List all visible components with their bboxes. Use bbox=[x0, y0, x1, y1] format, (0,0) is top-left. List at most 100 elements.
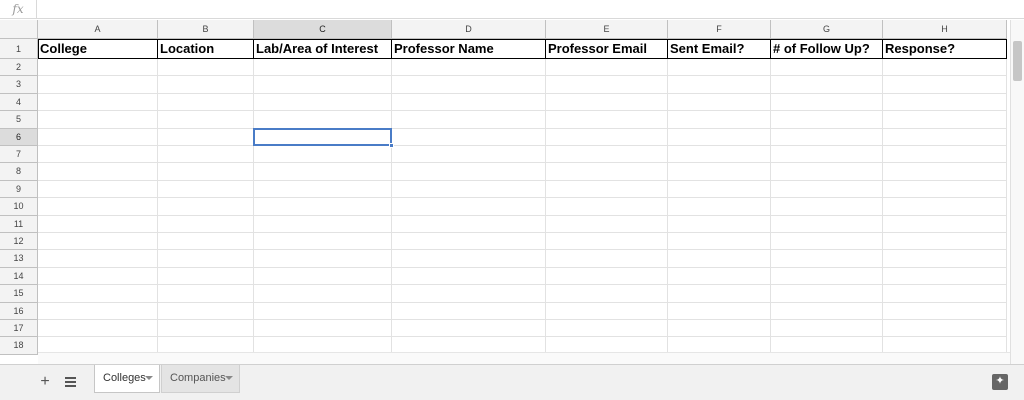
fill-handle[interactable] bbox=[389, 143, 394, 148]
cell-e17[interactable] bbox=[546, 320, 668, 338]
cell-a17[interactable] bbox=[38, 320, 158, 338]
cell-h8[interactable] bbox=[883, 163, 1007, 181]
row-header-15[interactable]: 15 bbox=[0, 285, 38, 303]
cell-f16[interactable] bbox=[668, 302, 771, 320]
cell-b10[interactable] bbox=[158, 198, 254, 216]
cell-h6[interactable] bbox=[883, 128, 1007, 146]
cell-d13[interactable] bbox=[392, 250, 546, 268]
all-sheets-menu-icon[interactable] bbox=[62, 373, 80, 391]
cell-c4[interactable] bbox=[254, 93, 392, 112]
cell-d16[interactable] bbox=[392, 302, 546, 320]
cell-c12[interactable] bbox=[254, 233, 392, 251]
cell-g10[interactable] bbox=[771, 198, 883, 216]
cell-d17[interactable] bbox=[392, 320, 546, 338]
cell-a10[interactable] bbox=[38, 198, 158, 216]
cell-f12[interactable] bbox=[668, 233, 771, 251]
cell-e5[interactable] bbox=[546, 111, 668, 129]
cell-e9[interactable] bbox=[546, 180, 668, 199]
cell-g16[interactable] bbox=[771, 302, 883, 320]
cell-f7[interactable] bbox=[668, 146, 771, 164]
cell-h9[interactable] bbox=[883, 180, 1007, 199]
cell-b12[interactable] bbox=[158, 233, 254, 251]
column-header-f[interactable]: F bbox=[668, 20, 771, 39]
cell-d11[interactable] bbox=[392, 215, 546, 233]
cell-b3[interactable] bbox=[158, 76, 254, 94]
cell-g14[interactable] bbox=[771, 267, 883, 286]
cell-b17[interactable] bbox=[158, 320, 254, 338]
cell-g17[interactable] bbox=[771, 320, 883, 338]
cell-d2[interactable] bbox=[392, 59, 546, 77]
cell-e16[interactable] bbox=[546, 302, 668, 320]
cell-a4[interactable] bbox=[38, 93, 158, 112]
cell-c1[interactable]: Lab/Area of Interest bbox=[254, 39, 392, 59]
row-header-2[interactable]: 2 bbox=[0, 59, 38, 77]
row-header-10[interactable]: 10 bbox=[0, 198, 38, 216]
horizontal-scrollbar[interactable] bbox=[38, 352, 1010, 364]
cell-h10[interactable] bbox=[883, 198, 1007, 216]
cell-b16[interactable] bbox=[158, 302, 254, 320]
cell-a3[interactable] bbox=[38, 76, 158, 94]
row-header-17[interactable]: 17 bbox=[0, 320, 38, 338]
cell-b9[interactable] bbox=[158, 180, 254, 199]
cell-b7[interactable] bbox=[158, 146, 254, 164]
cell-c16[interactable] bbox=[254, 302, 392, 320]
cell-f1[interactable]: Sent Email? bbox=[668, 39, 771, 59]
cell-g7[interactable] bbox=[771, 146, 883, 164]
cell-h7[interactable] bbox=[883, 146, 1007, 164]
cell-b11[interactable] bbox=[158, 215, 254, 233]
cell-e3[interactable] bbox=[546, 76, 668, 94]
cell-b15[interactable] bbox=[158, 285, 254, 303]
cell-h17[interactable] bbox=[883, 320, 1007, 338]
column-header-a[interactable]: A bbox=[38, 20, 158, 39]
row-header-12[interactable]: 12 bbox=[0, 233, 38, 251]
column-header-g[interactable]: G bbox=[771, 20, 883, 39]
cell-c8[interactable] bbox=[254, 163, 392, 181]
cell-g4[interactable] bbox=[771, 93, 883, 112]
cell-e10[interactable] bbox=[546, 198, 668, 216]
cell-g12[interactable] bbox=[771, 233, 883, 251]
cell-b5[interactable] bbox=[158, 111, 254, 129]
cell-g15[interactable] bbox=[771, 285, 883, 303]
cell-f4[interactable] bbox=[668, 93, 771, 112]
cell-h11[interactable] bbox=[883, 215, 1007, 233]
cell-h4[interactable] bbox=[883, 93, 1007, 112]
cell-f11[interactable] bbox=[668, 215, 771, 233]
cell-a8[interactable] bbox=[38, 163, 158, 181]
cell-a1[interactable]: College bbox=[38, 39, 158, 59]
cell-c14[interactable] bbox=[254, 267, 392, 286]
cell-c15[interactable] bbox=[254, 285, 392, 303]
cell-h14[interactable] bbox=[883, 267, 1007, 286]
cell-f3[interactable] bbox=[668, 76, 771, 94]
cell-a14[interactable] bbox=[38, 267, 158, 286]
cell-c6[interactable] bbox=[254, 128, 392, 146]
row-header-6[interactable]: 6 bbox=[0, 128, 38, 146]
cell-e6[interactable] bbox=[546, 128, 668, 146]
cell-b13[interactable] bbox=[158, 250, 254, 268]
cell-h15[interactable] bbox=[883, 285, 1007, 303]
tab-companies-caret-icon[interactable] bbox=[225, 376, 233, 380]
cell-b1[interactable]: Location bbox=[158, 39, 254, 59]
cell-g2[interactable] bbox=[771, 59, 883, 77]
row-header-1[interactable]: 1 bbox=[0, 39, 38, 59]
cell-h12[interactable] bbox=[883, 233, 1007, 251]
row-header-8[interactable]: 8 bbox=[0, 163, 38, 181]
cell-b4[interactable] bbox=[158, 93, 254, 112]
row-header-13[interactable]: 13 bbox=[0, 250, 38, 268]
cell-e1[interactable]: Professor Email bbox=[546, 39, 668, 59]
tab-companies[interactable]: Companies bbox=[161, 365, 240, 393]
cell-c13[interactable] bbox=[254, 250, 392, 268]
row-header-4[interactable]: 4 bbox=[0, 93, 38, 112]
row-header-9[interactable]: 9 bbox=[0, 180, 38, 199]
cell-f5[interactable] bbox=[668, 111, 771, 129]
vertical-scrollbar-thumb[interactable] bbox=[1013, 41, 1022, 81]
cell-a9[interactable] bbox=[38, 180, 158, 199]
cell-g11[interactable] bbox=[771, 215, 883, 233]
cell-d6[interactable] bbox=[392, 128, 546, 146]
cell-d7[interactable] bbox=[392, 146, 546, 164]
cell-c11[interactable] bbox=[254, 215, 392, 233]
tab-colleges[interactable]: Colleges bbox=[94, 365, 160, 393]
cell-g5[interactable] bbox=[771, 111, 883, 129]
column-header-e[interactable]: E bbox=[546, 20, 668, 39]
cell-g8[interactable] bbox=[771, 163, 883, 181]
cell-g3[interactable] bbox=[771, 76, 883, 94]
